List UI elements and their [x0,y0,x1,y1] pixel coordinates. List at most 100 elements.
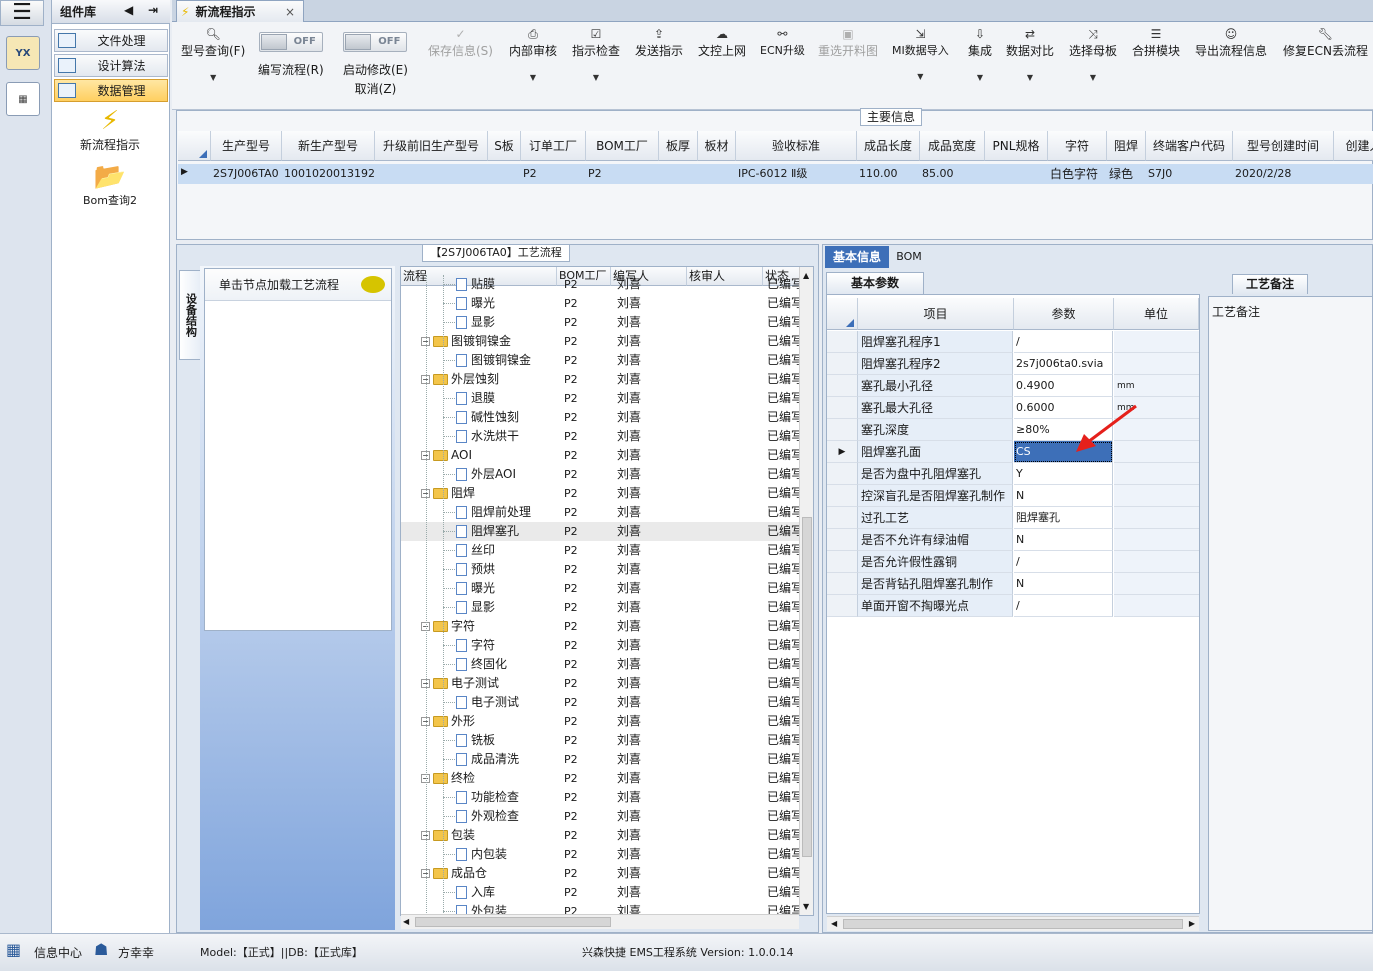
integrate-button[interactable]: ⇩ 集成 ▼ [968,26,992,82]
cell-model[interactable]: 2S7J006TA0 [211,164,281,184]
tree-cell-writer[interactable]: 刘喜 [617,598,641,617]
tree-cell-status[interactable]: 已编写 [767,883,803,902]
tree-cell-status[interactable]: 已编写 [767,522,803,541]
tool-new-flow-instruction[interactable]: ⚡ 新流程指示 [62,106,158,153]
param-cell-unit[interactable] [1114,551,1199,573]
tree-cell-status[interactable]: 已编写 [767,636,803,655]
tree-cell-status[interactable]: 已编写 [767,712,803,731]
tree-cell-status[interactable]: 已编写 [767,598,803,617]
param-cell-unit[interactable] [1114,595,1199,617]
tree-cell-writer[interactable]: 刘喜 [617,389,641,408]
tree-node[interactable]: 阻焊塞孔 [443,522,519,541]
param-cell-unit[interactable] [1114,463,1199,485]
cell-soldermask[interactable]: 绿色 [1107,164,1145,184]
main-header-col[interactable]: 验收标准 [736,131,857,161]
tree-node[interactable]: − 终检 [421,769,475,788]
scroll-up-icon[interactable]: ▲ [803,271,809,280]
param-cell-value[interactable]: N [1014,529,1113,551]
tree-node[interactable]: − 外层蚀刻 [421,370,499,389]
tool-bom-query[interactable]: 📂 Bom查询2 [62,162,158,208]
tree-row[interactable]: 图镀铜镍金 P2 刘喜 已编写 [401,351,813,370]
tree-row[interactable]: 外观检查 P2 刘喜 已编写 [401,807,813,826]
param-cell-value[interactable]: 2s7j006ta0.svia [1014,353,1113,375]
tree-cell-status[interactable]: 已编写 [767,313,803,332]
tree-cell-factory[interactable]: P2 [564,807,578,826]
tree-node[interactable]: 阻焊前处理 [443,503,531,522]
param-cell-value[interactable]: Y [1014,463,1113,485]
params-horizontal-scrollbar[interactable]: ◀ ▶ [827,916,1199,931]
tree-cell-status[interactable]: 已编写 [767,826,803,845]
scroll-down-icon[interactable]: ▼ [803,902,809,911]
tree-cell-writer[interactable]: 刘喜 [617,788,641,807]
row-header[interactable] [827,463,858,485]
tree-cell-status[interactable]: 已编写 [767,389,803,408]
chevron-down-icon[interactable]: ▼ [1006,73,1054,82]
tree-cell-writer[interactable]: 刘喜 [617,294,641,313]
param-cell-item[interactable]: 是否允许假性露铜 [858,551,1013,573]
pin-panel-icon[interactable]: ⇥ [148,3,158,17]
tree-node[interactable]: 贴膜 [443,275,495,294]
tree-cell-writer[interactable]: 刘喜 [617,864,641,883]
tree-row[interactable]: − 电子测试 P2 刘喜 已编写 [401,674,813,693]
tree-node[interactable]: 终固化 [443,655,507,674]
main-header-col[interactable]: 升级前旧生产型号 [375,131,488,161]
main-header-col[interactable]: BOM工厂 [586,131,659,161]
tree-row[interactable]: 显影 P2 刘喜 已编写 [401,313,813,332]
param-cell-item[interactable]: 阻焊塞孔面 [858,441,1013,463]
tree-cell-factory[interactable]: P2 [564,636,578,655]
tree-node[interactable]: 外层AOI [443,465,516,484]
tree-row[interactable]: 曝光 P2 刘喜 已编写 [401,579,813,598]
main-header-col[interactable]: PNL规格 [985,131,1048,161]
row-header[interactable] [827,419,858,441]
tree-cell-factory[interactable]: P2 [564,598,578,617]
tree-cell-status[interactable]: 已编写 [767,674,803,693]
tree-cell-status[interactable]: 已编写 [767,560,803,579]
info-center-link[interactable]: 信息中心 [34,944,82,961]
yx-app-icon[interactable]: YX [6,36,40,70]
param-cell-value[interactable]: / [1014,595,1113,617]
tree-row[interactable]: 碱性蚀刻 P2 刘喜 已编写 [401,408,813,427]
param-row[interactable]: 控深盲孔是否阻焊塞孔制作 N [827,485,1199,507]
tree-row[interactable]: − 成品仓 P2 刘喜 已编写 [401,864,813,883]
cell-created[interactable]: 2020/2/28 [1233,164,1333,184]
cell-new-model[interactable]: 10010200131923 [282,164,374,184]
tree-row[interactable]: − 外层蚀刻 P2 刘喜 已编写 [401,370,813,389]
param-cell-value[interactable]: N [1014,573,1113,595]
tree-cell-status[interactable]: 已编写 [767,465,803,484]
tree-cell-writer[interactable]: 刘喜 [617,427,641,446]
param-cell-value[interactable]: / [1014,551,1113,573]
tree-node[interactable]: 曝光 [443,294,495,313]
tree-node[interactable]: 曝光 [443,579,495,598]
param-row[interactable]: 是否为盘中孔阻焊塞孔 Y [827,463,1199,485]
chevron-down-icon[interactable]: ▼ [181,73,245,82]
param-row[interactable]: 单面开窗不掏曝光点 / [827,595,1199,617]
cell-old-model[interactable] [375,164,487,184]
tab-basic-params[interactable]: 基本参数 [826,272,924,294]
tree-row[interactable]: 铣板 P2 刘喜 已编写 [401,731,813,750]
cell-s-board[interactable] [488,164,520,184]
tree-row[interactable]: 电子测试 P2 刘喜 已编写 [401,693,813,712]
main-header-col[interactable]: 板材 [698,131,736,161]
param-cell-item[interactable]: 是否为盘中孔阻焊塞孔 [858,463,1013,485]
tree-cell-factory[interactable]: P2 [564,484,578,503]
tree-row[interactable]: 阻焊塞孔 P2 刘喜 已编写 [401,522,813,541]
param-cell-item[interactable]: 阻焊塞孔程序1 [858,331,1013,353]
chevron-down-icon[interactable]: ▼ [572,73,620,82]
param-cell-item[interactable]: 单面开窗不掏曝光点 [858,595,1013,617]
param-cell-unit[interactable] [1114,485,1199,507]
row-header[interactable] [827,573,858,595]
tree-cell-writer[interactable]: 刘喜 [617,370,641,389]
tree-node[interactable]: 显影 [443,598,495,617]
cell-length[interactable]: 110.00 [857,164,919,184]
tree-node[interactable]: − 图镀铜镍金 [421,332,511,351]
row-header[interactable] [827,353,858,375]
tree-row[interactable]: 字符 P2 刘喜 已编写 [401,636,813,655]
tab-process-notes[interactable]: 工艺备注 [1232,274,1308,294]
scroll-thumb[interactable] [415,917,611,927]
tree-row[interactable]: 预烘 P2 刘喜 已编写 [401,560,813,579]
internal-review-button[interactable]: ⎙ 内部审核 ▼ [509,26,557,82]
param-cell-value[interactable]: 0.4900 [1014,375,1113,397]
tree-cell-factory[interactable]: P2 [564,617,578,636]
tree-node[interactable]: 功能检查 [443,788,519,807]
tree-vertical-scrollbar[interactable]: ▲ ▼ [799,267,813,915]
